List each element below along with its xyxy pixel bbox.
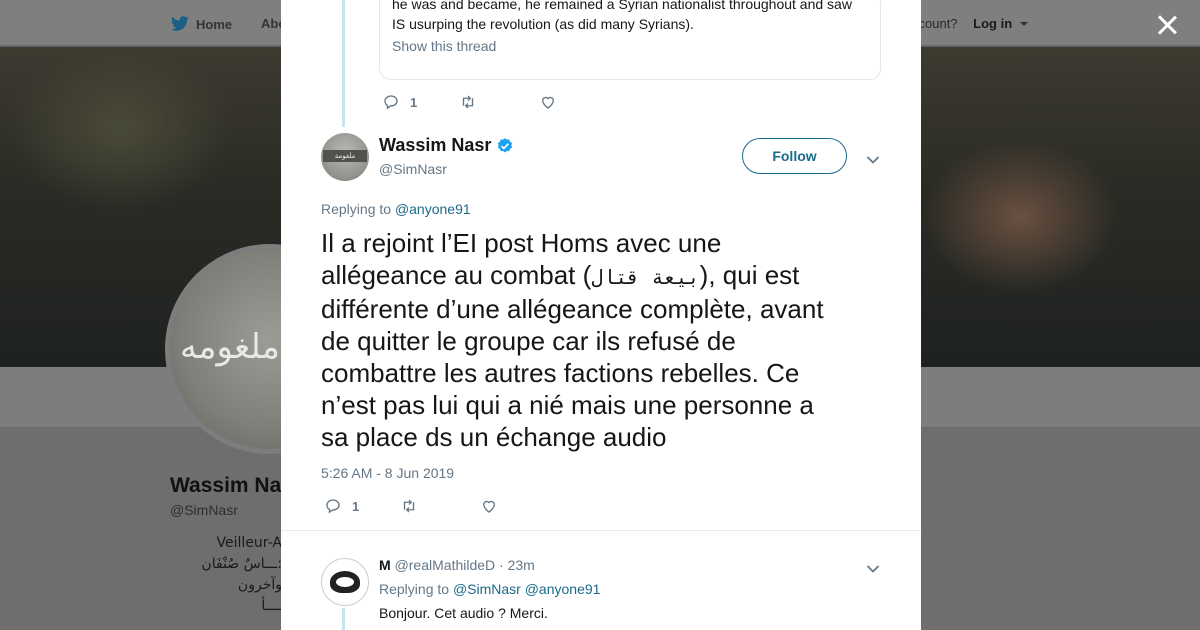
retweet-icon [463, 95, 474, 109]
reply-text: Bonjour. Cet audio ? Merci. [379, 605, 548, 621]
reply-author-avatar[interactable] [321, 558, 369, 606]
profile-handle: @SimNasr [170, 502, 238, 518]
retweet-action[interactable] [459, 93, 477, 111]
tweet-line: n’est pas lui qui a nié mais une personn… [321, 390, 814, 420]
previous-tweet-text: he was and became, he remained a Syrian … [392, 0, 868, 34]
reply-author-name[interactable]: M [379, 557, 391, 573]
like-action[interactable] [539, 93, 557, 111]
reply-options-chevron[interactable] [866, 561, 880, 573]
chevron-down-icon [866, 565, 880, 573]
replying-to: Replying to @anyone91 [321, 201, 471, 217]
tweet-line: Il a rejoint l’EI post Homs avec une [321, 228, 722, 258]
author-name[interactable]: Wassim Nasr [379, 135, 514, 156]
profile-bio: Veilleur-A ـــاسٌ صُنْفَان: وآخرون ــــأ [196, 533, 282, 617]
login-link[interactable]: Log in [973, 16, 1012, 31]
avatar-shape [336, 577, 354, 587]
reply-count: 1 [410, 94, 418, 110]
retweet-icon [404, 499, 415, 513]
tweet-line: sa place ds un échange audio [321, 422, 667, 452]
reply-icon [384, 95, 398, 110]
reply-header: M @realMathildeD · 23m [379, 557, 535, 573]
follow-button[interactable]: Follow [742, 138, 847, 174]
tweet-line-part: allégeance au combat ( [321, 260, 592, 290]
previous-tweet-actions: 1 [382, 93, 557, 111]
author-avatar-text: ملغومة [323, 150, 367, 162]
replying-prefix: Replying to [321, 201, 392, 217]
reply-icon [326, 499, 340, 514]
reply-action[interactable]: 1 [324, 497, 359, 515]
tweet-actions: 1 [324, 497, 498, 515]
thread-connector-line [342, 0, 345, 127]
bio-line: ـــاسٌ صُنْفَان: [201, 556, 282, 572]
nav-login[interactable]: ccount? Log in [912, 16, 1029, 31]
nav-home-label: Home [196, 16, 233, 32]
show-thread-link[interactable]: Show this thread [392, 38, 868, 54]
tweet-body: Il a rejoint l’EI post Homs avec une all… [321, 227, 881, 453]
bio-line: ــــأ [261, 598, 282, 614]
tweet-modal: he was and became, he remained a Syrian … [281, 0, 921, 630]
retweet-action[interactable] [400, 497, 418, 515]
verified-badge-icon [498, 137, 513, 153]
profile-name: Wassim Na [170, 474, 282, 497]
replying-prefix: Replying to [379, 581, 450, 597]
thread-connector-line [342, 608, 345, 630]
tweet-line-part: ), qui est [699, 260, 800, 290]
tweet-timestamp[interactable]: 5:26 AM - 8 Jun 2019 [321, 465, 454, 481]
reply-count: 1 [352, 498, 360, 514]
previous-tweet-line: IS usurping the revolution (as did many … [392, 16, 694, 32]
replying-mention-link[interactable]: @anyone91 [395, 201, 471, 217]
caret-down-icon [1020, 21, 1029, 26]
heart-icon [483, 500, 496, 513]
chevron-down-icon [866, 156, 880, 164]
reply-time[interactable]: · 23m [499, 557, 535, 573]
previous-tweet-card[interactable]: he was and became, he remained a Syrian … [379, 0, 881, 80]
arabic-phrase: بيعة قتال [591, 265, 700, 289]
heart-icon [542, 96, 555, 109]
tweet-line: différente d’une allégeance complète, av… [321, 294, 824, 324]
tweet-line: combattre les autres factions rebelles. … [321, 358, 800, 388]
mention-link[interactable]: @anyone91 [525, 581, 601, 597]
author-avatar[interactable]: ملغومة [321, 133, 369, 181]
author-name-text: Wassim Nasr [379, 135, 492, 155]
author-handle[interactable]: @SimNasr [379, 161, 447, 177]
tweet-line: allégeance au combat (بيعة قتال), qui es… [321, 259, 881, 293]
close-modal-icon[interactable] [1155, 13, 1179, 37]
like-action[interactable] [480, 497, 498, 515]
reply-action[interactable]: 1 [382, 93, 417, 111]
twitter-bird-icon [170, 16, 189, 31]
nav-home[interactable]: Home [170, 16, 232, 32]
mention-link[interactable]: @SimNasr [453, 581, 521, 597]
previous-tweet-line: he was and became, he remained a Syrian … [392, 0, 852, 12]
bio-line: Veilleur-A [216, 535, 282, 551]
bio-line: وآخرون [237, 577, 282, 593]
tweet-options-chevron[interactable] [866, 152, 880, 164]
reply-author-handle[interactable]: @realMathildeD [395, 557, 496, 573]
reply-replying-to: Replying to @SimNasr @anyone91 [379, 581, 600, 597]
divider [281, 530, 921, 531]
tweet-line: de quitter le groupe car ils refusé de [321, 326, 736, 356]
